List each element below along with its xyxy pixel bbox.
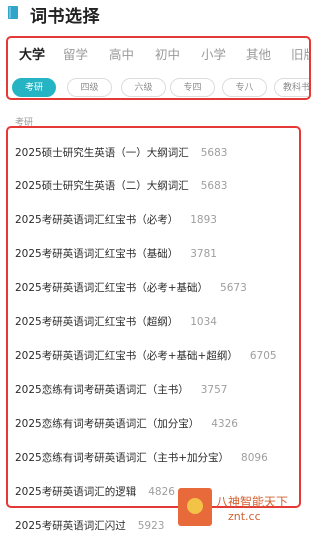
book-item[interactable]: 2025考研英语词汇的逻辑 4826 — [15, 484, 175, 499]
book-item[interactable]: 2025考研英语词汇红宝书（必考） 1893 — [15, 212, 217, 227]
subtab-liuji[interactable]: 六级 — [121, 78, 166, 97]
tab-daxue[interactable]: 大学 — [19, 44, 45, 63]
book-item[interactable]: 2025硕士研究生英语（二）大纲词汇 5683 — [15, 178, 227, 193]
book-name: 2025恋练有词考研英语词汇（主书+加分宝） — [15, 452, 230, 464]
subtab-jiaokeshu[interactable]: 教科书 — [274, 78, 309, 97]
tab-gaozhong[interactable]: 高中 — [109, 44, 134, 63]
book-item[interactable]: 2025恋练有词考研英语词汇（主书+加分宝） 8096 — [15, 450, 268, 465]
page-title: 词书选择 — [30, 7, 100, 27]
book-item[interactable]: 2025考研英语词汇红宝书（必考+基础+超纲） 6705 — [15, 348, 277, 363]
word-count: 8096 — [241, 452, 268, 464]
book-item[interactable]: 2025恋练有词考研英语词汇（主书） 3757 — [15, 382, 227, 397]
book-name: 2025考研英语词汇红宝书（必考+基础） — [15, 282, 209, 294]
book-name: 2025考研英语词汇红宝书（必考） — [15, 214, 179, 226]
category-tabs-box: 大学 留学 高中 初中 小学 其他 旧版 考研 四级 六级 专四 专八 教科书 — [6, 36, 311, 100]
book-item[interactable]: 2025考研英语词汇红宝书（必考+基础） 5673 — [15, 280, 247, 295]
book-name: 2025硕士研究生英语（一）大纲词汇 — [15, 147, 189, 159]
header: 词书选择 — [0, 0, 318, 32]
word-count: 3757 — [200, 384, 228, 396]
book-item[interactable]: 2025考研英语词汇闪过 5923 — [15, 518, 164, 533]
watermark-url: znt.cc — [228, 510, 261, 523]
book-item[interactable]: 2025硕士研究生英语（一）大纲词汇 5683 — [15, 145, 227, 160]
subtab-zhuanba[interactable]: 专八 — [222, 78, 267, 97]
tab-liuxue[interactable]: 留学 — [63, 44, 88, 63]
tab-chuzhong[interactable]: 初中 — [155, 44, 180, 63]
word-count: 3781 — [190, 248, 217, 260]
word-count: 4326 — [211, 418, 238, 430]
word-count: 4826 — [148, 486, 175, 498]
book-item[interactable]: 2025考研英语词汇红宝书（超纲） 1034 — [15, 314, 217, 329]
book-name: 2025考研英语词汇红宝书（基础） — [15, 248, 179, 260]
subtab-kaoyan[interactable]: 考研 — [12, 78, 56, 97]
tab-jiuban[interactable]: 旧版 — [291, 44, 309, 63]
watermark-logo-icon — [178, 488, 212, 526]
book-name: 2025恋练有词考研英语词汇（加分宝） — [15, 418, 200, 430]
word-count: 1034 — [190, 316, 217, 328]
book-name: 2025考研英语词汇闪过 — [15, 520, 126, 532]
tab-xiaoxue[interactable]: 小学 — [201, 44, 226, 63]
book-name: 2025恋练有词考研英语词汇（主书） — [15, 384, 189, 396]
tab-qita[interactable]: 其他 — [246, 44, 271, 63]
book-icon — [8, 6, 18, 19]
word-count: 1893 — [190, 214, 217, 226]
watermark-text: 八神智能天下 — [216, 495, 289, 509]
word-count: 5923 — [137, 520, 165, 532]
subtab-zhuansi[interactable]: 专四 — [170, 78, 215, 97]
word-count: 6705 — [249, 350, 277, 362]
book-item[interactable]: 2025恋练有词考研英语词汇（加分宝） 4326 — [15, 416, 238, 431]
book-name: 2025考研英语词汇的逻辑 — [15, 486, 137, 498]
tab-row: 大学 留学 高中 初中 小学 其他 旧版 — [8, 38, 309, 68]
book-name: 2025考研英语词汇红宝书（超纲） — [15, 316, 179, 328]
book-name: 2025考研英语词汇红宝书（必考+基础+超纲） — [15, 350, 238, 362]
word-count: 5673 — [220, 282, 247, 294]
book-name: 2025硕士研究生英语（二）大纲词汇 — [15, 180, 189, 192]
word-count: 5683 — [200, 180, 228, 192]
book-item[interactable]: 2025考研英语词汇红宝书（基础） 3781 — [15, 246, 217, 261]
subtab-siji[interactable]: 四级 — [67, 78, 112, 97]
watermark: 八神智能天下 znt.cc — [178, 488, 310, 526]
word-count: 5683 — [200, 147, 228, 159]
